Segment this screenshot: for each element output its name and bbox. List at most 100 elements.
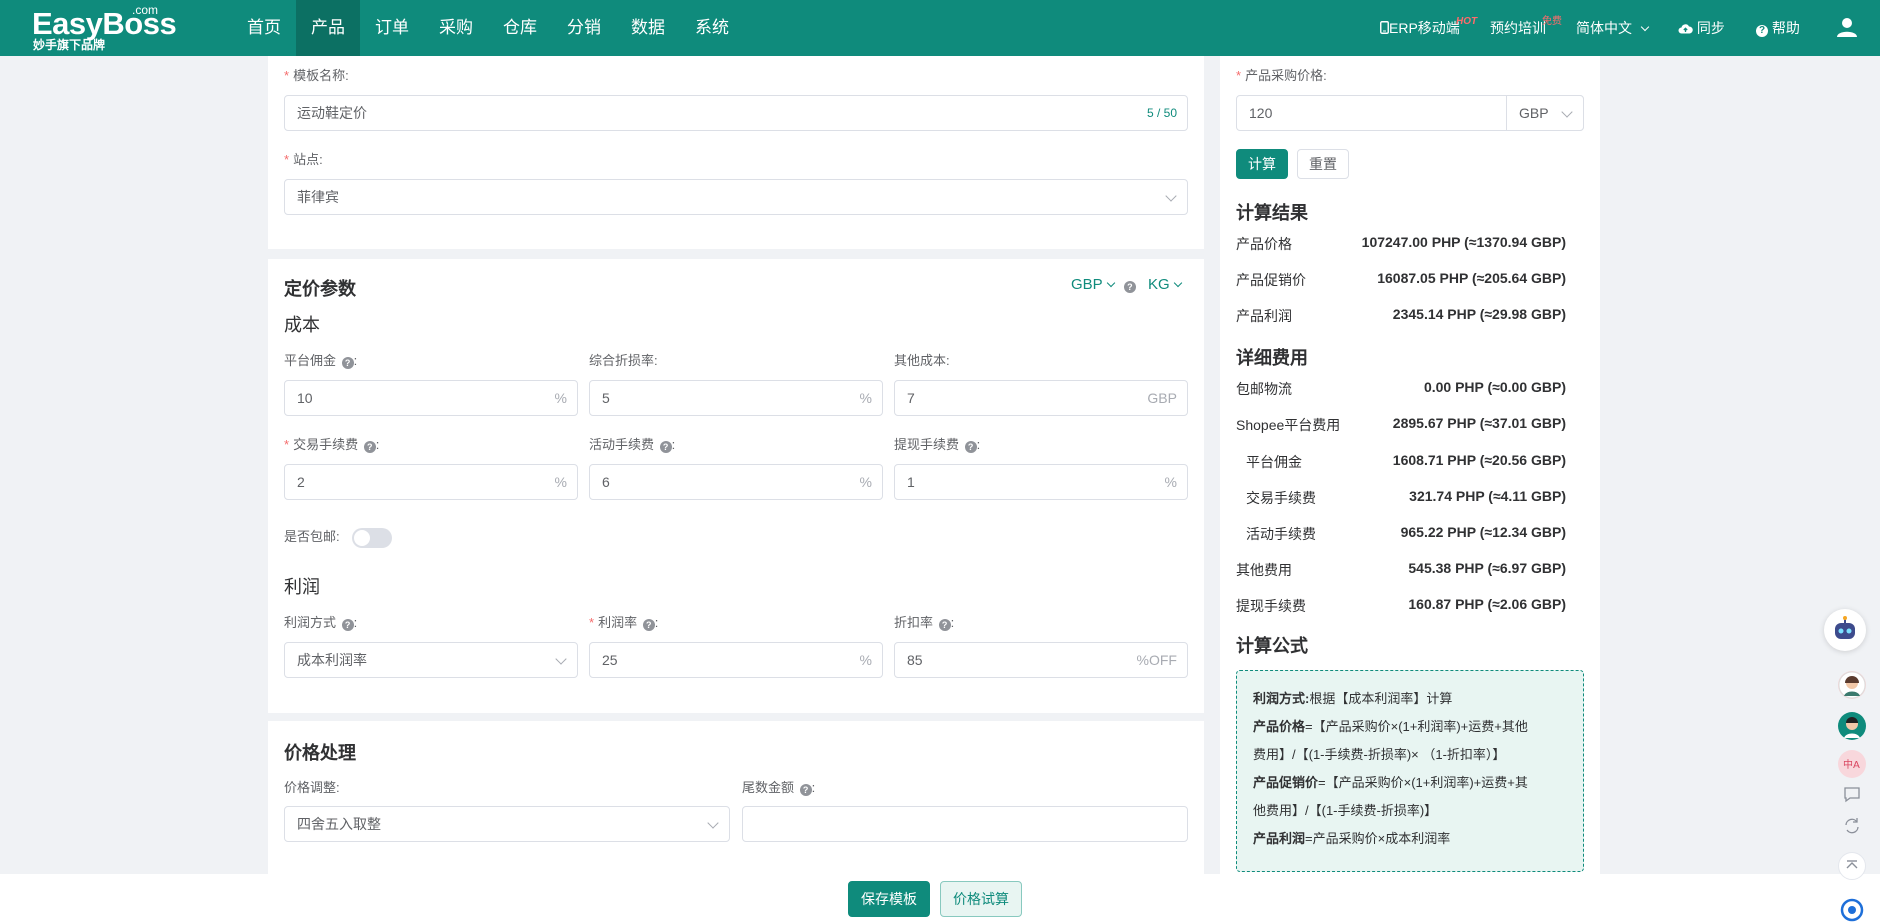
question-circle-icon: ? [799,784,812,796]
user-avatar-button[interactable] [1836,16,1858,43]
mobile-phone-icon [1380,21,1389,34]
percent-unit: % [859,474,872,490]
formula-box: 利润方式:根据【成本利润率】计算 产品价格=【产品采购价×(1+利润率)+运费+… [1236,670,1584,872]
tail-amount-input[interactable] [742,806,1188,842]
detail-row: 活动手续费 965.22 PHP (≈12.34 GBP) [1246,524,1566,542]
customer-service-avatar[interactable] [1838,671,1866,699]
result-title: 计算结果 [1236,203,1308,223]
reset-button[interactable]: 重置 [1297,149,1349,179]
transaction-fee-value: 2 [297,474,305,490]
profit-rate-label: * 利润率 ?: [589,615,659,631]
nav-item-warehouse[interactable]: 仓库 [488,0,552,56]
arrow-up-icon [1846,860,1858,869]
nav-item-product[interactable]: 产品 [296,0,360,56]
withdraw-fee-input[interactable]: 1 % [894,464,1188,500]
nav-item-distribution[interactable]: 分销 [552,0,616,56]
template-name-label: * 模板名称: [284,68,349,83]
withdraw-fee-label: 提现手续费 ?: [894,437,981,453]
user-icon [1837,18,1857,37]
loss-rate-value: 5 [602,390,610,406]
profit-method-label: 利润方式 ?: [284,615,358,631]
profit-method-select[interactable]: 成本利润率 [284,642,578,678]
translate-icon: 中A [1843,758,1860,771]
price-processing-panel: 价格处理 价格调整: 四舍五入取整 尾数金额 ?: [268,721,1204,874]
percent-unit: % [554,474,567,490]
other-cost-input[interactable]: 7 GBP [894,380,1188,416]
hot-badge: HOT [1456,16,1478,27]
free-shipping-toggle[interactable] [352,528,392,548]
discount-rate-value: 85 [907,652,923,668]
nav-item-orders[interactable]: 订单 [360,0,424,56]
question-circle-icon: ? [1756,25,1768,37]
percent-unit: % [859,652,872,668]
percent-unit: % [859,390,872,406]
translate-button[interactable]: 中A [1838,750,1866,778]
message-button[interactable] [1838,780,1866,808]
easyboss-logo[interactable]: EasyBoss .com 妙手旗下品牌 [32,4,177,52]
cost-subtitle: 成本 [284,315,320,335]
formula-promo-price: 产品促销价=【产品采购价×(1+利润率)+运费+其 [1253,775,1528,790]
detail-row: 提现手续费 160.87 PHP (≈2.06 GBP) [1236,596,1566,614]
globe-icon [1840,898,1864,922]
weight-unit-selector[interactable]: KG [1148,276,1182,293]
top-right-tools: ERP移动端 HOT 预约培训 免费 简体中文 同步 ? 帮助 [1360,0,1880,56]
weight-unit-value: KG [1148,276,1170,293]
free-shipping-label: 是否包邮: [284,529,340,544]
browser-extension-icon[interactable] [1838,896,1866,924]
platform-commission-input[interactable]: 10 % [284,380,578,416]
loss-rate-input[interactable]: 5 % [589,380,883,416]
discount-rate-input[interactable]: 85 %OFF [894,642,1188,678]
profit-subtitle: 利润 [284,577,320,597]
consultant-avatar[interactable] [1838,712,1866,740]
refresh-icon [1845,818,1859,834]
currency-selector[interactable]: GBP ? [1071,276,1136,293]
purchase-currency-select[interactable]: GBP [1506,95,1584,131]
erp-mobile-link[interactable]: ERP移动端 HOT [1380,16,1477,38]
transaction-fee-input[interactable]: 2 % [284,464,578,500]
purchase-price-value: 120 [1249,105,1273,121]
profit-method-value: 成本利润率 [297,652,367,668]
template-name-input[interactable]: 运动鞋定价 5 / 50 [284,95,1188,131]
refresh-button[interactable] [1838,812,1866,840]
formula-product-price-cont: 费用】/【(1-手续费-折损率)× （1-折扣率）】 [1253,747,1506,762]
nav-item-purchase[interactable]: 采购 [424,0,488,56]
detail-row: 交易手续费 321.74 PHP (≈4.11 GBP) [1246,488,1566,506]
detail-row: Shopee平台费用 2895.67 PHP (≈37.01 GBP) [1236,415,1566,433]
ai-robot-button[interactable] [1824,609,1866,651]
result-row: 产品促销价 16087.05 PHP (≈205.64 GBP) [1236,270,1566,288]
erp-mobile-label: ERP移动端 [1389,20,1460,36]
price-trial-button[interactable]: 价格试算 [940,881,1022,917]
help-label: 帮助 [1771,20,1800,36]
nav-item-data[interactable]: 数据 [616,0,680,56]
chevron-down-icon [1173,278,1182,288]
activity-fee-input[interactable]: 6 % [589,464,883,500]
bottom-action-bar: 保存模板 价格试算 [0,874,1880,924]
question-circle-icon: ? [642,619,655,631]
save-template-button[interactable]: 保存模板 [848,881,930,917]
result-row: 产品价格 107247.00 PHP (≈1370.94 GBP) [1236,234,1566,252]
price-calculator-panel: * 产品采购价格: 120 GBP 计算 重置 计算结果 产品价格 107247.0… [1220,56,1600,874]
site-select[interactable]: 菲律宾 [284,179,1188,215]
chevron-down-icon [1640,22,1650,32]
nav-item-home[interactable]: 首页 [232,0,296,56]
language-selector[interactable]: 简体中文 [1576,18,1650,38]
training-label: 预约培训 [1490,20,1546,36]
nav-item-system[interactable]: 系统 [680,0,744,56]
consultant-icon [1844,717,1860,738]
detail-title: 详细费用 [1236,348,1308,368]
calculate-button[interactable]: 计算 [1236,149,1288,179]
back-to-top-button[interactable] [1838,852,1866,880]
transaction-fee-label: * 交易手续费 ?: [284,437,380,453]
sync-button[interactable]: 同步 [1678,18,1725,38]
question-circle-icon: ? [341,357,354,369]
price-adjust-select[interactable]: 四舍五入取整 [284,806,730,842]
profit-rate-input[interactable]: 25 % [589,642,883,678]
profit-rate-value: 25 [602,652,618,668]
activity-fee-value: 6 [602,474,610,490]
language-label: 简体中文 [1576,20,1632,36]
help-button[interactable]: ? 帮助 [1756,18,1800,38]
main-nav: 首页 产品 订单 采购 仓库 分销 数据 系统 [232,0,744,56]
formula-profit-method: 利润方式:根据【成本利润率】计算 [1253,691,1453,706]
training-link[interactable]: 预约培训 免费 [1490,16,1562,38]
free-badge: 免费 [1542,16,1562,27]
